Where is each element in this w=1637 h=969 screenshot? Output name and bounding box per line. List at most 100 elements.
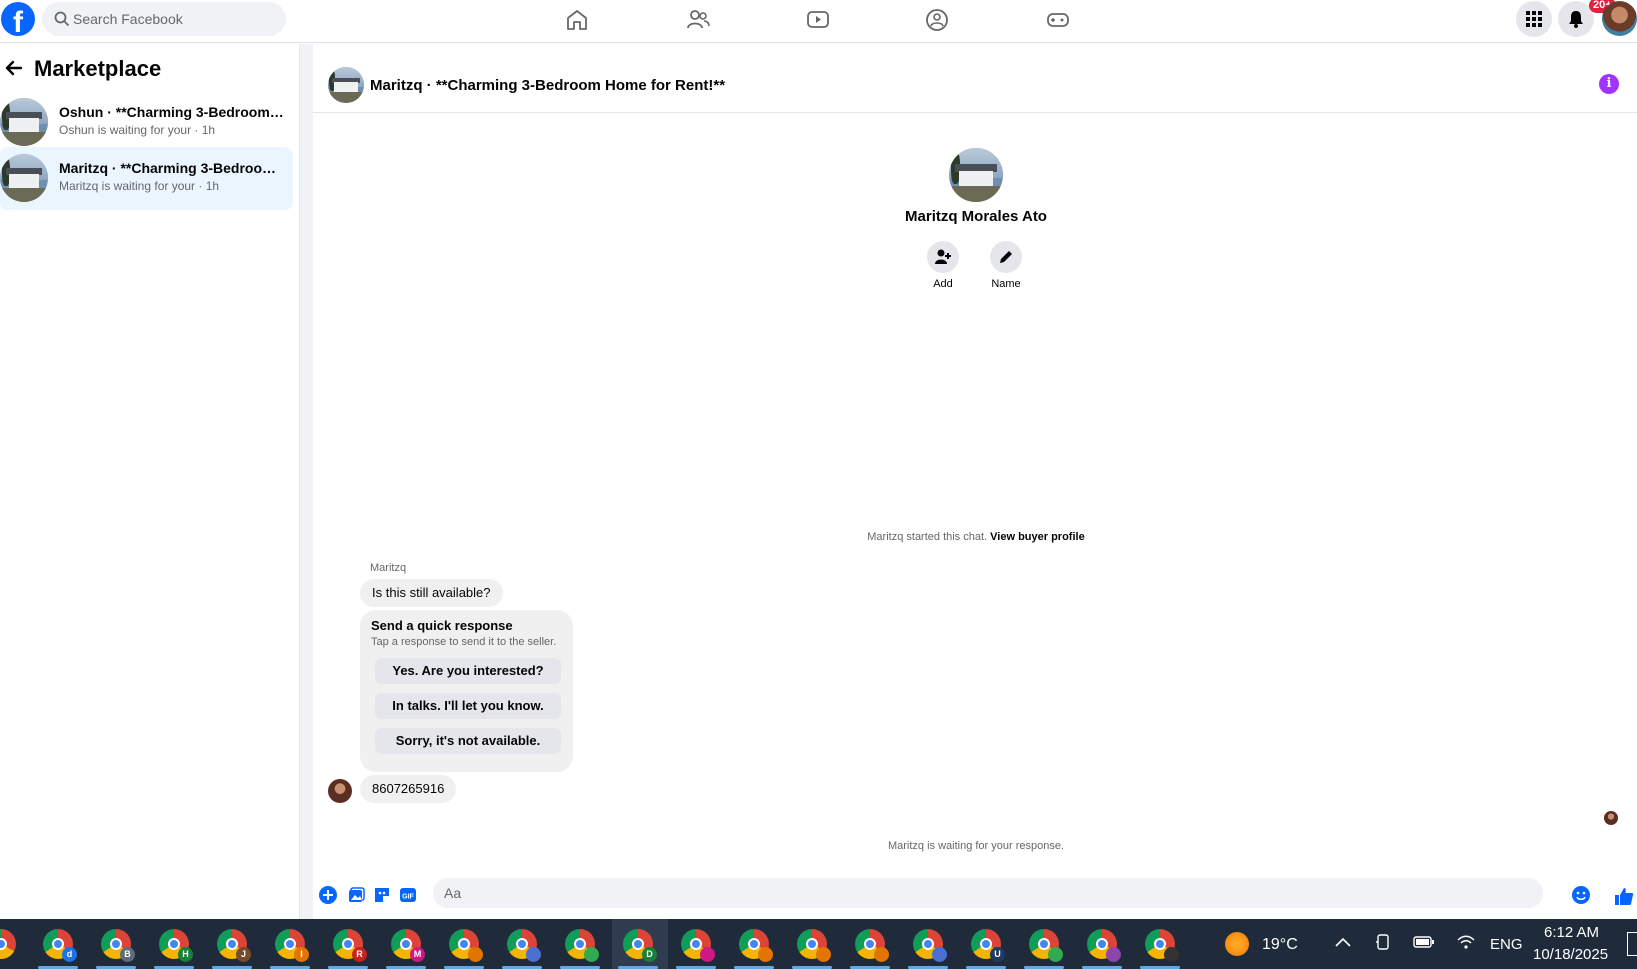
view-buyer-profile-link[interactable]: View buyer profile xyxy=(990,531,1085,543)
quick-response-title: Send a quick response xyxy=(371,618,513,633)
conversation-item-maritzq[interactable]: Maritzq · **Charming 3-Bedroom ... Marit… xyxy=(0,147,293,210)
profile-avatar[interactable] xyxy=(1602,1,1637,36)
chevron-up-icon[interactable] xyxy=(1334,936,1352,948)
chat-title[interactable]: Maritzq · **Charming 3-Bedroom Home for … xyxy=(370,77,725,94)
chrome-profile-taskbar-icon[interactable]: R xyxy=(333,929,367,962)
add-person-icon xyxy=(935,249,951,264)
panel-divider xyxy=(300,44,313,919)
conversation-title: Oshun · **Charming 3-Bedroom H... xyxy=(59,104,284,120)
wifi-icon[interactable] xyxy=(1456,933,1476,951)
listing-thumbnail xyxy=(0,98,48,146)
chrome-profile-taskbar-icon[interactable] xyxy=(1029,929,1063,962)
profile-letter-badge: H xyxy=(178,947,193,962)
back-arrow-icon[interactable] xyxy=(4,58,24,78)
profile-letter-badge: B xyxy=(120,947,135,962)
pencil-icon xyxy=(1000,251,1012,263)
chrome-profile-taskbar-icon[interactable] xyxy=(913,929,947,962)
groups-icon[interactable] xyxy=(924,7,950,33)
device-icon[interactable] xyxy=(1374,933,1392,951)
message-bubble: 8607265916 xyxy=(360,775,457,803)
home-icon[interactable] xyxy=(564,7,590,33)
chrome-profile-taskbar-icon[interactable]: H xyxy=(159,929,193,962)
emoji-icon[interactable] xyxy=(1572,886,1590,904)
profile-letter-badge: U xyxy=(990,947,1005,962)
marketplace-sidebar: Marketplace Oshun · **Charming 3-Bedroom… xyxy=(0,44,300,919)
battery-icon[interactable] xyxy=(1413,935,1435,949)
chrome-profile-taskbar-icon[interactable] xyxy=(507,929,541,962)
profile-letter-badge: M xyxy=(410,947,425,962)
message-input[interactable] xyxy=(433,878,1543,908)
chrome-profile-taskbar-icon[interactable]: B xyxy=(101,929,135,962)
profile-letter-badge xyxy=(584,947,599,962)
chrome-profile-taskbar-icon[interactable] xyxy=(739,929,773,962)
profile-letter-badge xyxy=(1048,947,1063,962)
chat-started-text: Maritzq started this chat. xyxy=(867,531,988,543)
info-icon[interactable]: i xyxy=(1599,74,1619,94)
name-label: Name xyxy=(991,278,1021,290)
gif-icon[interactable]: GIF xyxy=(399,886,417,904)
chrome-profile-taskbar-icon[interactable]: J xyxy=(217,929,251,962)
clock-time[interactable]: 6:12 AM xyxy=(1544,924,1599,941)
profile-letter-badge xyxy=(816,947,831,962)
profile-letter-badge xyxy=(700,947,715,962)
profile-letter-badge: D xyxy=(642,947,657,962)
sticker-icon[interactable] xyxy=(373,886,391,904)
waiting-notice: Maritzq is waiting for your response. xyxy=(887,840,1065,852)
message-input-box[interactable] xyxy=(433,878,1543,908)
add-button[interactable]: Add xyxy=(913,241,973,290)
chrome-profile-taskbar-icon[interactable]: M xyxy=(391,929,425,962)
chrome-profile-taskbar-icon[interactable] xyxy=(565,929,599,962)
search-input[interactable]: Search Facebook xyxy=(73,11,183,27)
profile-letter-badge xyxy=(758,947,773,962)
chat-panel: Maritzq · **Charming 3-Bedroom Home for … xyxy=(313,57,1637,915)
chat-started-notice: Maritzq started this chat. View buyer pr… xyxy=(713,531,1239,543)
weather-temperature[interactable]: 19°C xyxy=(1262,936,1298,954)
listing-thumbnail xyxy=(0,154,48,202)
message-composer: GIF xyxy=(313,873,1637,915)
chrome-profile-taskbar-icon[interactable]: I xyxy=(275,929,309,962)
friends-icon[interactable] xyxy=(685,7,711,33)
conversation-subtitle: Maritzq is waiting for your · 1h xyxy=(59,179,220,193)
chrome-profile-taskbar-icon[interactable] xyxy=(681,929,715,962)
search-box[interactable]: Search Facebook xyxy=(42,2,286,36)
language-indicator[interactable]: ENG xyxy=(1490,936,1523,953)
profile-letter-badge: d xyxy=(62,947,77,962)
chrome-profile-taskbar-icon[interactable] xyxy=(1087,929,1121,962)
facebook-logo[interactable]: f xyxy=(1,2,35,39)
conversation-item-oshun[interactable]: Oshun · **Charming 3-Bedroom H... Oshun … xyxy=(0,91,293,154)
quick-reply-not-available-button[interactable]: Sorry, it's not available. xyxy=(375,728,561,754)
chrome-profile-taskbar-icon[interactable] xyxy=(1145,929,1179,962)
name-button[interactable]: Name xyxy=(976,241,1036,290)
add-label: Add xyxy=(933,278,953,290)
profile-letter-badge xyxy=(1164,947,1179,962)
chrome-profile-taskbar-icon[interactable]: d xyxy=(43,929,77,962)
svg-text:GIF: GIF xyxy=(402,894,414,901)
sender-avatar[interactable] xyxy=(328,779,352,803)
photo-icon[interactable] xyxy=(347,886,365,904)
clock-date[interactable]: 10/18/2025 xyxy=(1533,946,1608,963)
message-bubble: Is this still available? xyxy=(360,579,503,607)
profile-letter-badge xyxy=(932,947,947,962)
grid-menu-icon xyxy=(1526,11,1542,27)
top-navigation-bar: f Search Facebook 20+ xyxy=(0,0,1637,43)
chat-header-thumbnail[interactable] xyxy=(328,67,364,103)
quick-reply-in-talks-button[interactable]: In talks. I'll let you know. xyxy=(375,693,561,719)
gaming-icon[interactable] xyxy=(1045,7,1071,33)
profile-name: Maritzq Morales Ato xyxy=(905,208,1047,225)
chrome-profile-taskbar-icon[interactable] xyxy=(855,929,889,962)
chrome-profile-taskbar-icon[interactable] xyxy=(449,929,483,962)
show-desktop-button[interactable] xyxy=(1627,932,1637,956)
chrome-profile-taskbar-icon[interactable] xyxy=(797,929,831,962)
plus-circle-icon[interactable] xyxy=(319,886,337,904)
menu-button[interactable] xyxy=(1516,1,1552,37)
profile-letter-badge xyxy=(1106,947,1121,962)
chrome-profile-taskbar-icon[interactable]: D xyxy=(623,929,657,962)
seen-avatar xyxy=(1604,811,1618,825)
quick-reply-yes-button[interactable]: Yes. Are you interested? xyxy=(375,658,561,684)
like-thumb-icon[interactable] xyxy=(1614,886,1634,906)
profile-picture[interactable] xyxy=(949,148,1003,202)
video-icon[interactable] xyxy=(805,7,831,33)
profile-letter-badge: J xyxy=(236,947,251,962)
profile-letter-badge xyxy=(874,947,889,962)
chrome-profile-taskbar-icon[interactable]: U xyxy=(971,929,1005,962)
